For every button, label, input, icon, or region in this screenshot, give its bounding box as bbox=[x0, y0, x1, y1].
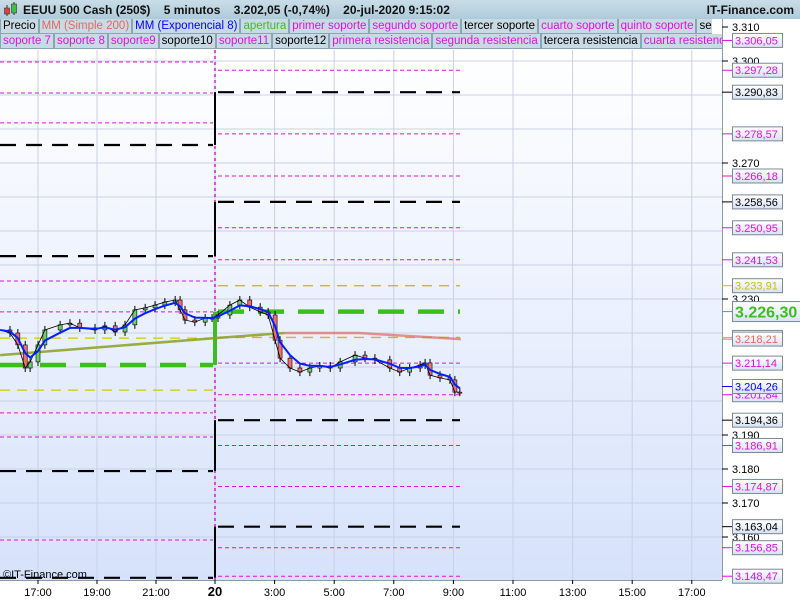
price-marker-label: 3.226,30 bbox=[735, 305, 797, 322]
x-tick-label: 21:00 bbox=[142, 587, 170, 599]
legend-item[interactable]: apertura bbox=[240, 19, 290, 34]
legend-item[interactable]: soporte 8 bbox=[53, 34, 108, 49]
price-marker-label: 3.241,53 bbox=[735, 255, 778, 267]
x-tick-label: 7:00 bbox=[383, 587, 404, 599]
legend-item[interactable]: Precio bbox=[0, 19, 39, 34]
x-tick-label: 20 bbox=[208, 584, 222, 599]
price-marker-label: 3.250,95 bbox=[735, 223, 778, 235]
price-marker-label: 3.218,21 bbox=[735, 334, 778, 346]
x-tick-label: 13:00 bbox=[559, 587, 587, 599]
legend-item[interactable]: tercer soporte bbox=[461, 19, 539, 34]
watermark: ©IT-Finance.com bbox=[3, 569, 87, 581]
y-tick-label: 3.180 bbox=[732, 464, 760, 476]
legend-row-1: Precio MM (Simple 200) MM (Exponencial 8) a… bbox=[0, 19, 712, 34]
legend-item[interactable]: MM (Exponencial 8) bbox=[132, 19, 241, 34]
legend-item[interactable]: sexto soporte bbox=[696, 19, 712, 34]
price-marker-label: 3.290,83 bbox=[735, 87, 778, 99]
legend-row-2: soporte 7 soporte 8 soporte9 soporte10 sopor… bbox=[0, 34, 722, 49]
x-tick-label: 17:00 bbox=[24, 587, 52, 599]
legend-item[interactable]: MM (Simple 200) bbox=[38, 19, 133, 34]
chart-title: EEUU 500 Cash (250$) 5 minutos 3.202,05 … bbox=[23, 3, 450, 17]
price-marker-label: 3.156,85 bbox=[735, 543, 778, 555]
price-marker-label: 3.204,26 bbox=[735, 382, 778, 394]
legend-item[interactable]: soporte9 bbox=[107, 34, 159, 49]
candle bbox=[27, 361, 33, 369]
legend-item[interactable]: primer soporte bbox=[289, 19, 370, 34]
candlestick-logo-icon bbox=[4, 2, 17, 16]
price-marker-label: 3.194,36 bbox=[735, 415, 778, 427]
y-tick-label: 3.310 bbox=[732, 22, 760, 34]
price-marker-label: 3.148,47 bbox=[735, 571, 778, 583]
x-tick-label: 17:00 bbox=[678, 587, 706, 599]
x-tick-label: 9:00 bbox=[443, 587, 464, 599]
x-tick-label: 15:00 bbox=[618, 587, 646, 599]
price-chart: 3.3103.3003.2703.2303.1903.1803.1703.160… bbox=[0, 19, 800, 599]
price-marker-label: 3.174,87 bbox=[735, 481, 778, 493]
legend-item[interactable]: soporte12 bbox=[272, 34, 330, 49]
legend-item[interactable]: segunda resistencia bbox=[432, 34, 541, 49]
y-tick-label: 3.270 bbox=[732, 158, 760, 170]
x-tick-label: 11:00 bbox=[500, 587, 527, 599]
price-marker-label: 3.297,28 bbox=[735, 65, 778, 77]
price-marker-label: 3.258,56 bbox=[735, 197, 778, 209]
price-marker-label: 3.211,14 bbox=[735, 358, 777, 370]
price-marker-label: 3.186,91 bbox=[735, 441, 778, 453]
legend-item[interactable]: quinto soporte bbox=[617, 19, 697, 34]
legend-item[interactable]: soporte11 bbox=[215, 34, 273, 49]
title-bar: EEUU 500 Cash (250$) 5 minutos 3.202,05 … bbox=[0, 0, 800, 19]
x-tick-label: 5:00 bbox=[323, 587, 344, 599]
price-marker-label: 3.278,57 bbox=[735, 129, 778, 141]
legend-item[interactable]: soporte10 bbox=[158, 34, 216, 49]
legend-item[interactable]: cuarto soporte bbox=[538, 19, 618, 34]
price-marker-label: 3.266,18 bbox=[735, 171, 778, 183]
brand: IT-Finance.com bbox=[706, 3, 794, 17]
legend-item[interactable]: cuarta resistencia bbox=[640, 34, 722, 49]
price-marker-label: 3.163,04 bbox=[735, 522, 778, 534]
x-tick-label: 3:00 bbox=[264, 587, 285, 599]
legend-item[interactable]: soporte 7 bbox=[0, 34, 54, 49]
x-tick-label: 19:00 bbox=[83, 587, 111, 599]
y-tick-label: 3.170 bbox=[732, 498, 760, 510]
price-marker-label: 3.233,91 bbox=[735, 281, 778, 293]
legend-item[interactable]: tercera resistencia bbox=[540, 34, 641, 49]
legend-item[interactable]: segundo soporte bbox=[369, 19, 462, 34]
legend-item[interactable]: primera resistencia bbox=[329, 34, 433, 49]
price-marker-label: 3.306,05 bbox=[735, 35, 778, 47]
